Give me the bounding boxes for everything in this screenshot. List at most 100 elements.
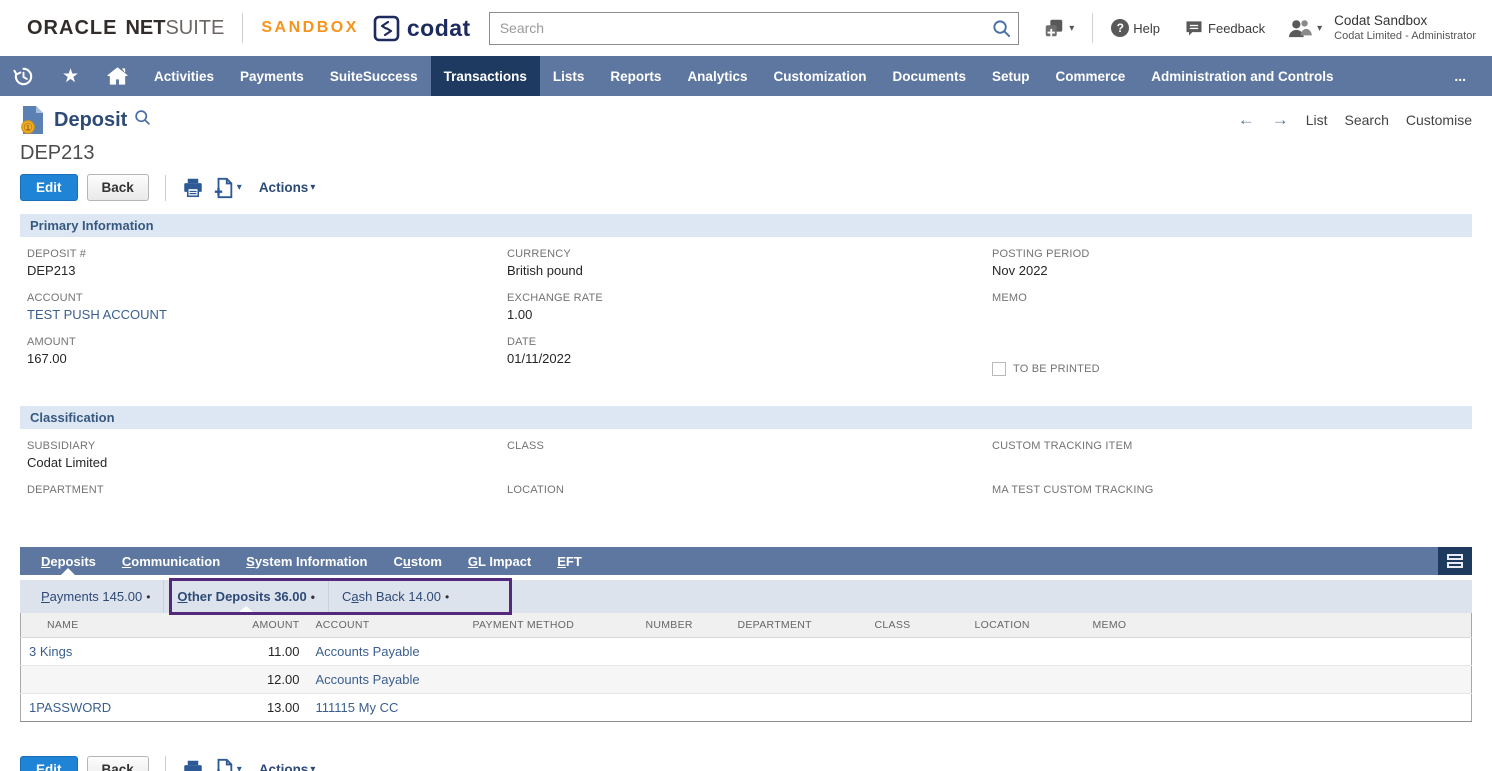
print-button[interactable] xyxy=(182,177,204,198)
recent-records-button[interactable] xyxy=(0,56,47,96)
tab-system-information[interactable]: System Information xyxy=(233,547,380,575)
subtab-payments[interactable]: Payments 145.00• xyxy=(28,580,163,613)
caret-down-icon: ▾ xyxy=(237,182,242,193)
other-deposits-table: NAME AMOUNT ACCOUNT PAYMENT METHOD NUMBE… xyxy=(20,613,1472,722)
nav-item-administration-and-controls[interactable]: Administration and Controls xyxy=(1138,56,1346,96)
nav-item-analytics[interactable]: Analytics xyxy=(674,56,760,96)
subtab-cash-back[interactable]: Cash Back 14.00• xyxy=(328,580,462,613)
row-location xyxy=(967,665,1085,693)
column-header-department: DEPARTMENT xyxy=(730,613,867,637)
nav-item-documents[interactable]: Documents xyxy=(879,56,979,96)
field-posting-period: POSTING PERIOD Nov 2022 xyxy=(992,248,1472,291)
nav-item-commerce[interactable]: Commerce xyxy=(1043,56,1139,96)
home-button[interactable] xyxy=(94,56,141,96)
shortcuts-button[interactable]: ★ xyxy=(47,56,94,96)
subtab-other-deposits[interactable]: Other Deposits 36.00• xyxy=(163,580,328,613)
netsuite-logo: NETSUITE xyxy=(125,17,224,40)
search-link[interactable]: Search xyxy=(1345,112,1389,128)
bullet-icon: • xyxy=(146,590,150,604)
global-search-icon[interactable] xyxy=(992,19,1011,43)
row-location xyxy=(967,693,1085,721)
field-location: LOCATION xyxy=(507,484,992,527)
nav-item-customization[interactable]: Customization xyxy=(760,56,879,96)
row-memo xyxy=(1085,665,1472,693)
row-department xyxy=(730,665,867,693)
nav-item-transactions[interactable]: Transactions xyxy=(431,56,540,96)
tab-gl-impact[interactable]: GL Impact xyxy=(455,547,544,575)
currency-value: British pound xyxy=(507,263,992,279)
sandbox-label: SANDBOX xyxy=(261,19,359,37)
nav-overflow-button[interactable]: ... xyxy=(1428,56,1492,96)
ma-test-custom-tracking-value xyxy=(992,499,1472,515)
codat-logo: codat xyxy=(373,15,471,42)
tab-communication[interactable]: Communication xyxy=(109,547,233,575)
help-button[interactable]: ? Help xyxy=(1111,19,1160,37)
row-account-link[interactable]: 111115 My CC xyxy=(316,700,399,715)
bullet-icon: • xyxy=(311,590,315,604)
global-search-input[interactable] xyxy=(489,12,1019,45)
date-value: 01/11/2022 xyxy=(507,351,992,367)
account-link[interactable]: TEST PUSH ACCOUNT xyxy=(27,307,507,323)
row-number xyxy=(638,665,730,693)
column-header-amount: AMOUNT xyxy=(221,613,308,637)
classification-header: Classification xyxy=(20,406,1472,429)
actions-menu-button[interactable]: Actions ▾ xyxy=(259,180,316,195)
edit-button-bottom[interactable]: Edit xyxy=(20,756,78,771)
row-memo xyxy=(1085,637,1472,665)
actions-menu-button-bottom[interactable]: Actions ▾ xyxy=(259,762,316,771)
tab-deposits[interactable]: Deposits xyxy=(28,547,109,575)
field-currency: CURRENCY British pound xyxy=(507,248,992,291)
to-be-printed-checkbox[interactable] xyxy=(992,362,1006,376)
feedback-label: Feedback xyxy=(1208,21,1265,36)
amount-value: 167.00 xyxy=(27,351,507,367)
row-name-link[interactable]: 3 Kings xyxy=(29,644,72,659)
add-related-record-button-bottom[interactable]: ▾ xyxy=(213,758,242,771)
create-new-menu[interactable]: ▾ xyxy=(1043,17,1074,39)
row-account-link[interactable]: Accounts Payable xyxy=(316,672,420,687)
tab-custom[interactable]: Custom xyxy=(381,547,455,575)
row-amount: 13.00 xyxy=(221,693,308,721)
divider xyxy=(165,175,166,201)
title-search-icon[interactable] xyxy=(134,109,151,131)
table-header-row: NAME AMOUNT ACCOUNT PAYMENT METHOD NUMBE… xyxy=(21,613,1472,637)
row-account-link[interactable]: Accounts Payable xyxy=(316,644,420,659)
nav-item-reports[interactable]: Reports xyxy=(597,56,674,96)
customise-link[interactable]: Customise xyxy=(1406,112,1472,128)
print-button-bottom[interactable] xyxy=(182,759,204,771)
nav-item-payments[interactable]: Payments xyxy=(227,56,317,96)
next-record-arrow-icon[interactable]: → xyxy=(1272,110,1289,130)
row-class xyxy=(867,637,967,665)
caret-down-icon: ▾ xyxy=(310,764,315,771)
back-button[interactable]: Back xyxy=(87,174,149,201)
tab-eft[interactable]: EFT xyxy=(544,547,595,575)
roles-icon xyxy=(1287,17,1313,39)
row-payment-method xyxy=(465,637,638,665)
nav-item-suitesuccess[interactable]: SuiteSuccess xyxy=(317,56,431,96)
printer-icon xyxy=(182,759,204,771)
feedback-icon xyxy=(1184,18,1204,38)
table-row: 1PASSWORD 13.00 111115 My CC xyxy=(21,693,1472,721)
row-name-link[interactable]: 1PASSWORD xyxy=(29,700,111,715)
nav-item-lists[interactable]: Lists xyxy=(540,56,598,96)
column-header-memo: MEMO xyxy=(1085,613,1472,637)
divider xyxy=(242,13,243,43)
edit-button[interactable]: Edit xyxy=(20,174,78,201)
top-header-bar: ORACLE NETSUITE SANDBOX codat ▾ ? Help xyxy=(0,0,1492,56)
record-toolbar-bottom: Edit Back ▾ Actions ▾ xyxy=(20,756,1472,771)
collapse-tabs-toggle-icon[interactable] xyxy=(1438,547,1472,575)
add-record-icon xyxy=(213,177,235,199)
nav-item-setup[interactable]: Setup xyxy=(979,56,1043,96)
back-button-bottom[interactable]: Back xyxy=(87,756,149,771)
add-related-record-button[interactable]: ▾ xyxy=(213,177,242,199)
classification-fields: SUBSIDIARY Codat Limited DEPARTMENT CLAS… xyxy=(20,429,1472,530)
page-title: Deposit xyxy=(54,109,127,132)
oracle-logo: ORACLE xyxy=(27,17,117,40)
row-class xyxy=(867,693,967,721)
role-switcher[interactable]: ▾ xyxy=(1287,17,1322,39)
nav-item-activities[interactable]: Activities xyxy=(141,56,227,96)
field-to-be-printed: TO BE PRINTED xyxy=(992,347,1472,390)
field-subsidiary: SUBSIDIARY Codat Limited xyxy=(27,440,507,483)
previous-record-arrow-icon[interactable]: ← xyxy=(1238,110,1255,130)
feedback-button[interactable]: Feedback xyxy=(1184,18,1265,38)
list-link[interactable]: List xyxy=(1306,112,1328,128)
